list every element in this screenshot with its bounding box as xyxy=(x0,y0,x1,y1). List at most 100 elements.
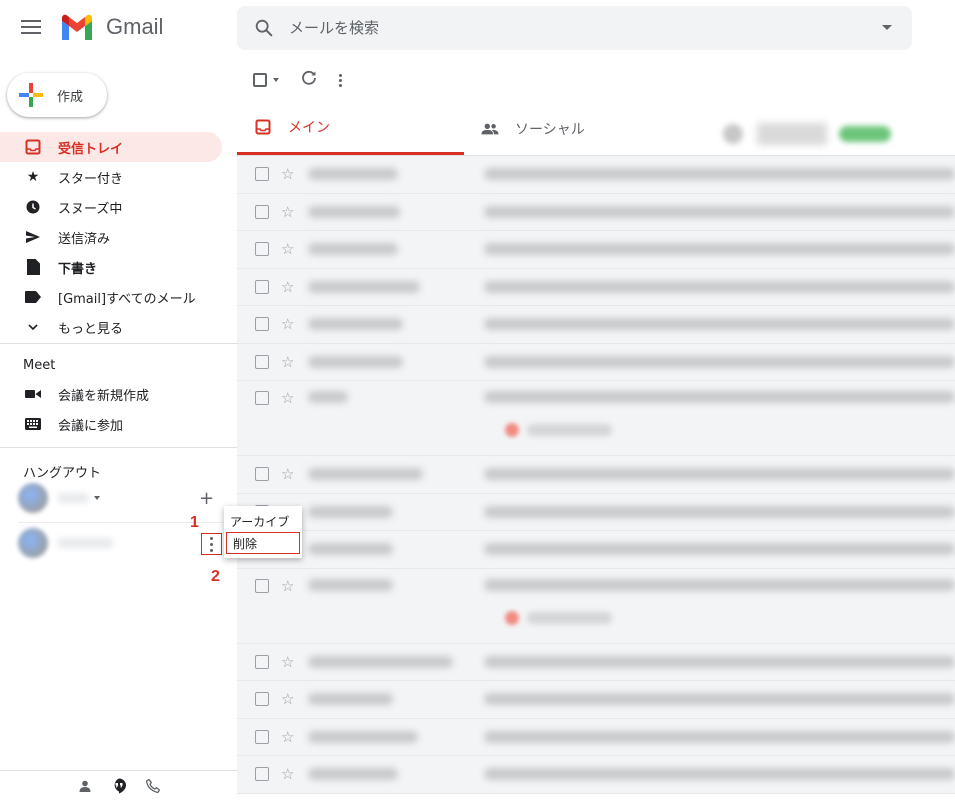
row-checkbox[interactable] xyxy=(255,204,269,219)
sidebar-item-more[interactable]: もっと見る xyxy=(0,312,222,342)
sidebar-item-all-mail[interactable]: [Gmail]すべてのメール xyxy=(0,282,222,312)
hangouts-chat-icon[interactable] xyxy=(111,778,127,794)
star-icon[interactable]: ☆ xyxy=(281,767,294,782)
tab-primary[interactable]: メイン xyxy=(237,102,464,155)
row-checkbox[interactable] xyxy=(255,391,269,405)
meet-item-new-meeting[interactable]: 会議を新規作成 xyxy=(0,379,222,409)
table-row[interactable]: ☆ xyxy=(237,306,955,344)
sidebar-item-label: 下書き xyxy=(58,261,98,277)
row-attachment[interactable] xyxy=(505,610,612,625)
row-checkbox[interactable] xyxy=(255,279,269,294)
hangouts-account[interactable] xyxy=(18,483,100,513)
main-menu-icon[interactable] xyxy=(20,17,42,39)
table-row[interactable]: ☆ xyxy=(237,268,955,306)
compose-plus-icon xyxy=(19,83,43,107)
gmail-logo[interactable]: Gmail xyxy=(60,14,163,40)
meet-item-label: 会議を新規作成 xyxy=(58,388,150,404)
star-icon[interactable]: ☆ xyxy=(281,204,294,219)
row-sender xyxy=(308,693,394,706)
search-input[interactable] xyxy=(289,19,849,37)
table-row[interactable]: ☆ xyxy=(237,568,955,644)
caret-down-icon[interactable] xyxy=(94,496,100,500)
compose-button[interactable]: 作成 xyxy=(7,73,107,117)
meet-item-join[interactable]: 会議に参加 xyxy=(0,409,222,439)
table-row[interactable]: ☆ xyxy=(237,493,955,531)
row-checkbox[interactable] xyxy=(255,354,269,369)
clock-icon xyxy=(24,198,42,216)
sidebar-item-drafts[interactable]: 下書き xyxy=(0,252,222,282)
row-subject xyxy=(484,505,955,518)
table-row[interactable]: ☆ xyxy=(237,718,955,756)
row-sender xyxy=(308,205,401,218)
sidebar: 作成 受信トレイ ★ スター付き スヌーズ中 送信済み 下書き [Gmail]す… xyxy=(0,58,237,800)
row-checkbox[interactable] xyxy=(255,317,269,332)
row-subject xyxy=(484,391,955,403)
table-row[interactable]: ☆ xyxy=(237,643,955,681)
avatar xyxy=(18,528,48,558)
row-checkbox[interactable] xyxy=(255,729,269,744)
table-row[interactable]: ☆ xyxy=(237,343,955,381)
table-row[interactable]: ☆ xyxy=(237,381,955,456)
sidebar-item-sent[interactable]: 送信済み xyxy=(0,222,222,252)
more-vert-icon[interactable] xyxy=(339,73,342,87)
tab-social[interactable]: ソーシャル xyxy=(464,102,691,155)
sidebar-item-starred[interactable]: ★ スター付き xyxy=(0,162,222,192)
row-sender xyxy=(308,505,394,518)
search-icon[interactable] xyxy=(253,17,275,39)
star-icon[interactable]: ☆ xyxy=(281,279,294,294)
star-icon[interactable]: ☆ xyxy=(281,692,294,707)
table-row[interactable]: ☆ xyxy=(237,156,955,194)
row-sender xyxy=(308,578,394,591)
row-checkbox[interactable] xyxy=(255,242,269,257)
step-2-marker: 2 xyxy=(211,568,220,585)
contacts-person-icon[interactable] xyxy=(77,778,93,794)
table-row[interactable]: ☆ xyxy=(237,681,955,719)
sidebar-item-label: スヌーズ中 xyxy=(58,201,123,217)
top-bar: Gmail xyxy=(0,0,955,58)
sidebar-item-inbox[interactable]: 受信トレイ xyxy=(0,132,222,162)
star-icon[interactable]: ☆ xyxy=(281,317,294,332)
star-icon[interactable]: ☆ xyxy=(281,354,294,369)
row-checkbox[interactable] xyxy=(255,167,269,182)
inbox-icon xyxy=(254,118,272,136)
contact-context-menu: アーカイブ 削除 xyxy=(224,506,302,558)
star-icon[interactable]: ☆ xyxy=(281,654,294,669)
table-row[interactable]: ☆ xyxy=(237,531,955,569)
row-checkbox[interactable] xyxy=(255,578,269,593)
star-icon[interactable]: ☆ xyxy=(281,167,294,182)
row-checkbox[interactable] xyxy=(255,654,269,669)
star-icon[interactable]: ☆ xyxy=(281,467,294,482)
chevron-down-icon xyxy=(24,318,42,336)
phone-icon[interactable] xyxy=(145,778,161,794)
row-sender xyxy=(308,655,454,668)
row-checkbox[interactable] xyxy=(255,767,269,782)
select-options-caret-icon[interactable] xyxy=(273,78,279,82)
search-options-caret-icon[interactable] xyxy=(882,25,892,30)
table-row[interactable]: ☆ xyxy=(237,193,955,231)
add-contact-icon[interactable]: + xyxy=(199,488,214,509)
table-row[interactable]: ☆ xyxy=(237,231,955,269)
sidebar-divider xyxy=(0,343,237,344)
row-attachment[interactable] xyxy=(505,423,612,437)
row-checkbox[interactable] xyxy=(255,692,269,707)
hangouts-contact[interactable] xyxy=(18,528,113,558)
star-icon[interactable]: ☆ xyxy=(281,578,294,593)
row-checkbox[interactable] xyxy=(255,467,269,482)
star-icon[interactable]: ☆ xyxy=(281,729,294,744)
contact-more-options-button[interactable] xyxy=(201,533,222,555)
star-icon[interactable]: ☆ xyxy=(281,242,294,257)
search-bar[interactable] xyxy=(237,6,912,50)
tab-promotions-blurred[interactable] xyxy=(719,114,955,154)
meet-item-label: 会議に参加 xyxy=(58,418,124,434)
menu-item-archive[interactable]: アーカイブ xyxy=(224,510,302,532)
star-icon[interactable]: ☆ xyxy=(281,391,294,406)
refresh-icon[interactable] xyxy=(301,70,317,90)
table-row[interactable]: ☆ xyxy=(237,756,955,794)
sidebar-item-snoozed[interactable]: スヌーズ中 xyxy=(0,192,222,222)
table-row[interactable]: ☆ xyxy=(237,456,955,494)
sidebar-item-label: もっと見る xyxy=(58,321,124,337)
select-all-checkbox[interactable] xyxy=(253,73,267,87)
row-sender xyxy=(308,168,399,181)
label-icon xyxy=(24,288,42,306)
menu-item-delete[interactable]: 削除 xyxy=(226,532,300,554)
